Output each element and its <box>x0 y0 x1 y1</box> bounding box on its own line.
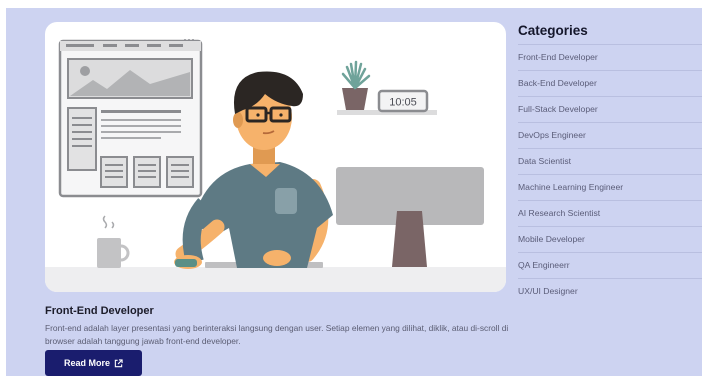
read-more-button[interactable]: Read More <box>45 350 142 376</box>
category-item-data-scientist[interactable]: Data Scientist <box>518 148 702 174</box>
page-background: 10:05 Front-End Developer Front-end adal… <box>6 8 702 376</box>
categories-list: Front-End Developer Back-End Developer F… <box>518 44 702 304</box>
featured-image-card: 10:05 <box>45 22 506 292</box>
coffee-mug-icon <box>97 215 130 268</box>
category-item-qa[interactable]: QA Engineerr <box>518 252 702 278</box>
potted-plant-icon <box>341 60 371 110</box>
browser-mockup-icon <box>58 39 203 198</box>
floor <box>45 267 506 292</box>
categories-title: Categories <box>518 23 588 38</box>
category-item-mobile[interactable]: Mobile Developer <box>518 226 702 252</box>
category-item-full-stack[interactable]: Full-Stack Developer <box>518 96 702 122</box>
digital-clock-icon: 10:05 <box>377 89 429 113</box>
clock-readout: 10:05 <box>389 97 417 109</box>
external-link-icon <box>114 358 123 367</box>
category-item-ml-engineer[interactable]: Machine Learning Engineer <box>518 174 702 200</box>
category-item-front-end[interactable]: Front-End Developer <box>518 44 702 70</box>
category-item-back-end[interactable]: Back-End Developer <box>518 70 702 96</box>
article-description: Front-end adalah layer presentasi yang b… <box>45 323 509 346</box>
category-item-ux-ui[interactable]: UX/UI Designer <box>518 278 702 304</box>
category-item-ai-research[interactable]: AI Research Scientist <box>518 200 702 226</box>
article-title: Front-End Developer <box>45 305 154 317</box>
monitor-icon <box>336 167 484 267</box>
read-more-label: Read More <box>63 358 110 368</box>
categories-sidebar: Categories Front-End Developer Back-End … <box>518 22 702 304</box>
category-item-devops[interactable]: DevOps Engineer <box>518 122 702 148</box>
developer-illustration: 10:05 <box>45 39 506 292</box>
shelf-icon: 10:05 <box>337 60 437 115</box>
